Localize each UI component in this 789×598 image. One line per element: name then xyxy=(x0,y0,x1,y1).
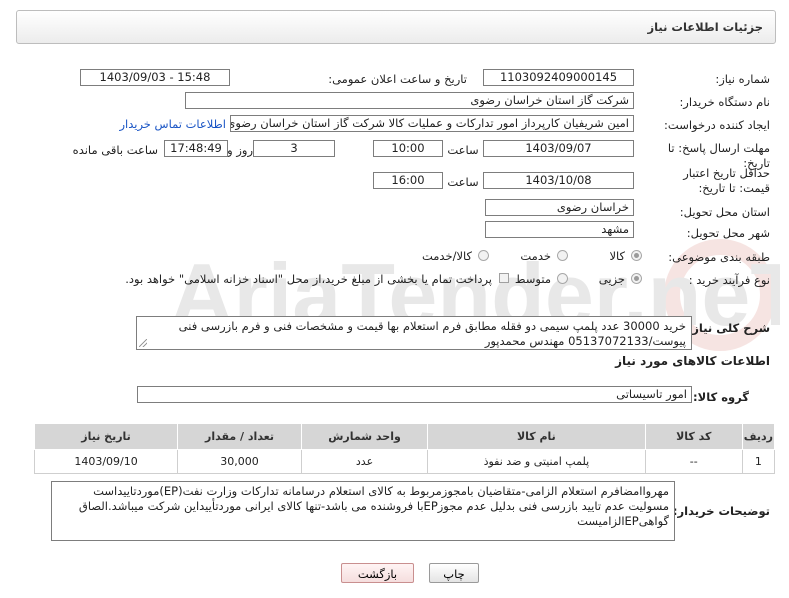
buyer-notes-textarea: مهرواامضافرم استعلام الزامی-متقاضیان بام… xyxy=(51,481,675,541)
need-number-field: 1103092409000145 xyxy=(483,69,634,86)
announce-datetime-label: تاریخ و ساعت اعلان عمومی: xyxy=(328,72,467,86)
goods-group-label: گروه کالا: xyxy=(693,390,749,404)
category-radio-goods-service[interactable] xyxy=(478,250,489,261)
category-label: طبقه بندی موضوعی: xyxy=(668,250,770,264)
goods-group-field: امور تاسیساتی xyxy=(137,386,692,403)
remaining-time-label: ساعت باقی مانده xyxy=(72,143,158,157)
cell-item-code: -- xyxy=(644,449,743,474)
col-row-number: ردیف xyxy=(741,423,776,450)
price-validity-time-label: ساعت xyxy=(447,175,479,189)
description-label: شرح کلی نیاز: xyxy=(687,321,770,335)
page-title: جزئیات اطلاعات نیاز xyxy=(647,20,763,34)
col-quantity: تعداد / مقدار xyxy=(177,423,303,450)
delivery-province-label: استان محل تحویل: xyxy=(679,205,770,219)
col-need-date: تاریخ نیاز xyxy=(33,423,179,450)
goods-section-title: اطلاعات کالاهای مورد نیاز xyxy=(615,354,770,368)
purchase-type-label: نوع فرآیند خرید : xyxy=(688,273,770,287)
table-row: 1 -- پلمپ امنیتی و ضد نفوذ عدد 30,000 14… xyxy=(33,449,776,474)
purchase-radio-medium[interactable] xyxy=(557,273,568,284)
requester-label: ایجاد کننده درخواست: xyxy=(664,118,770,132)
delivery-city-label: شهر محل تحویل: xyxy=(686,226,770,240)
cell-item-name: پلمپ امنیتی و ضد نفوذ xyxy=(427,449,646,474)
category-radio-service[interactable] xyxy=(557,250,568,261)
cell-quantity: 30,000 xyxy=(177,449,303,474)
back-button[interactable]: بازگشت xyxy=(341,563,414,583)
col-item-code: کد کالا xyxy=(644,423,743,450)
category-option-goods: کالا xyxy=(609,249,625,263)
reply-days-label: روز و xyxy=(227,143,253,157)
price-validity-date: 1403/10/08 xyxy=(483,172,634,189)
remaining-time-field: 17:48:49 xyxy=(164,140,228,157)
description-text: خرید 30000 عدد پلمپ سیمی دو فقله مطابق ف… xyxy=(178,319,686,348)
buyer-org-label: نام دستگاه خریدار: xyxy=(679,95,770,109)
need-number-label: شماره نیاز: xyxy=(715,72,770,86)
buyer-contact-link[interactable]: اطلاعات تماس خریدار xyxy=(119,117,226,131)
delivery-province-field: خراسان رضوی xyxy=(485,199,634,216)
buyer-notes-label: توضیحات خریدار: xyxy=(672,504,770,518)
goods-table: ردیف کد کالا نام کالا واحد شمارش تعداد /… xyxy=(33,423,776,474)
reply-days-field: 3 xyxy=(253,140,335,157)
reply-deadline-time: 10:00 xyxy=(373,140,443,157)
category-radio-goods[interactable] xyxy=(631,250,642,261)
buyer-org-field: شرکت گاز استان خراسان رضوی xyxy=(185,92,634,109)
announce-datetime-field: 1403/09/03 - 15:48 xyxy=(80,69,230,86)
category-option-service: خدمت xyxy=(520,249,551,263)
resize-grip-icon xyxy=(139,339,147,347)
page-header: جزئیات اطلاعات نیاز xyxy=(16,10,776,44)
price-validity-label: حداقل تاریخ اعتبار قیمت: تا تاریخ: xyxy=(683,166,770,195)
description-textarea: خرید 30000 عدد پلمپ سیمی دو فقله مطابق ف… xyxy=(136,316,692,350)
cell-need-date: 1403/09/10 xyxy=(33,449,179,474)
buyer-notes-text: مهرواامضافرم استعلام الزامی-متقاضیان بام… xyxy=(78,484,669,528)
category-option-goods-service: کالا/خدمت xyxy=(421,249,472,263)
cell-unit: عدد xyxy=(301,449,429,474)
delivery-city-field: مشهد xyxy=(485,221,634,238)
purchase-radio-minor[interactable] xyxy=(631,273,642,284)
requester-field: امین شریفیان کارپرداز امور تدارکات و عمل… xyxy=(230,115,634,132)
reply-deadline-date: 1403/09/07 xyxy=(483,140,634,157)
col-item-name: نام کالا xyxy=(427,423,646,450)
purchase-option-medium: متوسط xyxy=(514,272,551,286)
cell-row-number: 1 xyxy=(741,449,776,474)
reply-time-label: ساعت xyxy=(447,143,479,157)
col-unit: واحد شمارش xyxy=(301,423,429,450)
price-validity-time: 16:00 xyxy=(373,172,443,189)
table-header-row: ردیف کد کالا نام کالا واحد شمارش تعداد /… xyxy=(33,423,776,450)
treasury-payment-note: پرداخت تمام یا بخشی از مبلغ خرید،از محل … xyxy=(125,272,492,286)
purchase-option-minor: جزیی xyxy=(598,272,625,286)
print-button[interactable]: چاپ xyxy=(429,563,479,583)
treasury-payment-checkbox[interactable] xyxy=(499,273,509,283)
